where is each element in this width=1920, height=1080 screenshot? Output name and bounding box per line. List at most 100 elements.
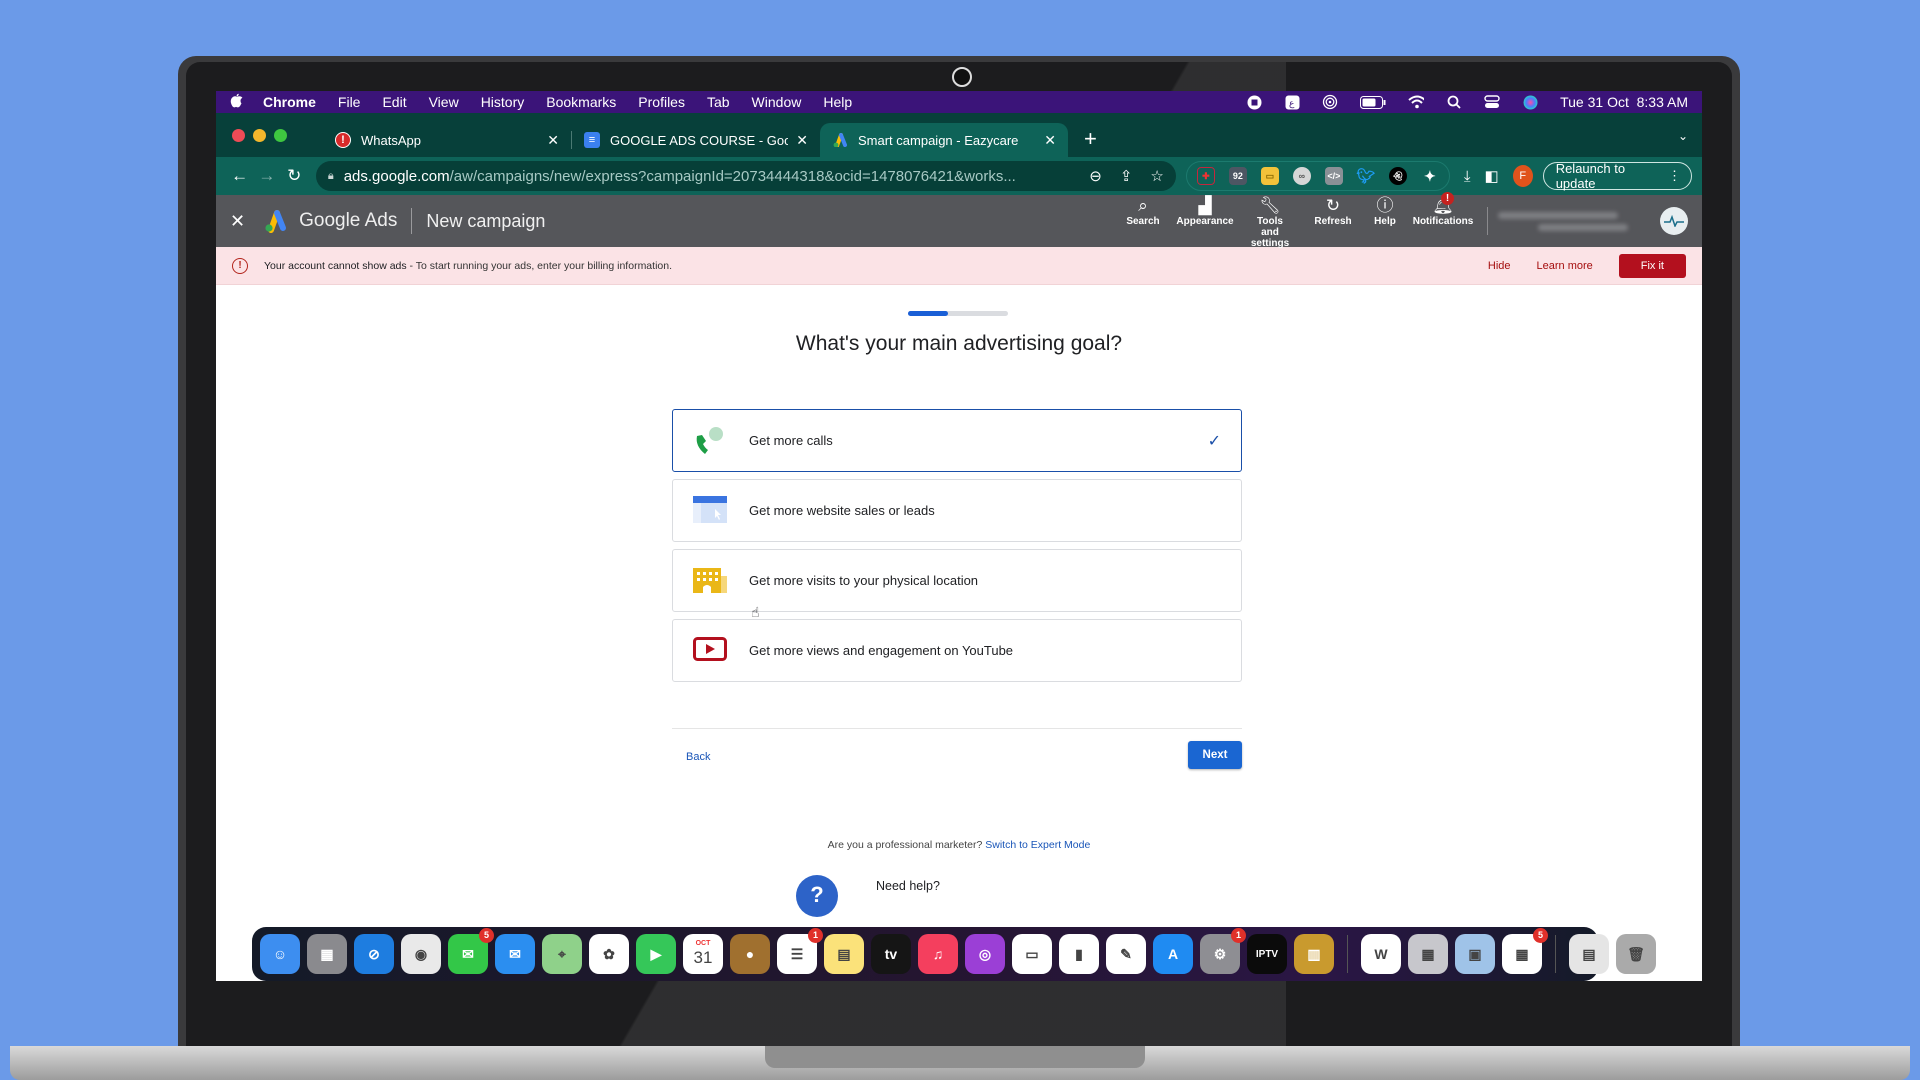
extensions-puzzle-icon[interactable]: ✦ <box>1421 167 1439 185</box>
profile-avatar[interactable]: F <box>1512 165 1533 187</box>
back-arrow-icon[interactable]: ← <box>226 166 253 186</box>
ext-red-cross-icon[interactable]: ✚ <box>1196 167 1215 185</box>
hide-banner-link[interactable]: Hide <box>1488 260 1511 272</box>
close-tab-icon[interactable]: ✕ <box>547 132 559 149</box>
menu-history[interactable]: History <box>481 94 525 110</box>
dock-finder-icon[interactable]: ☺ <box>260 934 300 974</box>
ext-snapchat-icon[interactable]: 👻︎ <box>1388 167 1407 185</box>
menu-help[interactable]: Help <box>823 94 852 110</box>
search-button[interactable]: ⌕ Search <box>1113 194 1173 227</box>
dock-maps-icon[interactable]: ⌖ <box>542 934 582 974</box>
dock-trash-icon[interactable]: 🗑 <box>1616 934 1656 974</box>
forward-arrow-icon[interactable]: → <box>253 166 280 186</box>
minimize-window-button[interactable] <box>253 128 266 142</box>
close-tab-icon[interactable]: ✕ <box>1044 132 1056 149</box>
tools-and-settings-button[interactable]: 🔧︎ Tools and settings <box>1237 194 1303 249</box>
ext-twitter-icon[interactable]: 🐦︎ <box>1356 167 1375 185</box>
spotlight-search-icon[interactable] <box>1446 94 1462 110</box>
dock-chrome-icon[interactable]: ◉ <box>401 934 441 974</box>
back-button[interactable]: Back <box>686 751 710 763</box>
dock-app-store-icon[interactable]: A <box>1153 934 1193 974</box>
zoom-window-button[interactable] <box>274 128 287 142</box>
dock-microsoft-autoupdate-icon[interactable]: ▦ 5 <box>1502 928 1548 974</box>
fix-it-button[interactable]: Fix it <box>1618 253 1686 278</box>
dock-facetime-icon[interactable]: ▶ <box>636 934 676 974</box>
stop-recording-icon[interactable] <box>1246 94 1262 110</box>
close-icon[interactable]: ✕ <box>230 211 245 232</box>
account-info-blurred[interactable] <box>1498 206 1648 236</box>
dock-system-settings-icon[interactable]: ⚙ 1 <box>1200 928 1246 974</box>
menu-profiles[interactable]: Profiles <box>638 94 685 110</box>
account-avatar[interactable] <box>1660 207 1688 235</box>
siri-icon[interactable] <box>1522 94 1538 110</box>
dock-iptv-icon[interactable]: IPTV <box>1247 934 1287 974</box>
appearance-button[interactable]: ▟ Appearance <box>1173 194 1237 227</box>
tab-smart-campaign[interactable]: Smart campaign - Eazycare ✕ <box>820 123 1068 157</box>
dock-keynote-icon[interactable]: ▭ <box>1012 934 1052 974</box>
goal-option-physical-location[interactable]: ☝︎ Get more visits to your physical loca… <box>672 549 1242 620</box>
next-button[interactable]: Next <box>1188 741 1242 769</box>
dock-music-icon[interactable]: ♫ <box>918 934 958 974</box>
close-window-button[interactable] <box>232 128 245 142</box>
dock-apple-tv-icon[interactable]: tv <box>871 934 911 974</box>
goal-option-youtube[interactable]: Get more views and engagement on YouTube <box>672 619 1242 682</box>
menubar-datetime[interactable]: Tue 31 Oct 8:33 AM <box>1560 94 1688 110</box>
menu-view[interactable]: View <box>429 94 459 110</box>
new-tab-button[interactable]: + <box>1084 126 1097 152</box>
dock-calendar-icon[interactable]: OCT 31 <box>683 934 723 974</box>
share-icon[interactable]: ⇪ <box>1120 167 1133 185</box>
dock-archive-utility-icon[interactable]: ▥ <box>1294 934 1334 974</box>
download-icon[interactable]: ⤓ <box>1464 168 1471 185</box>
dock-numbers-icon[interactable]: ▮ <box>1059 934 1099 974</box>
apple-menu-icon[interactable] <box>230 93 243 112</box>
notifications-button[interactable]: 🔔︎ ! Notifications <box>1407 191 1479 227</box>
airdrop-icon[interactable] <box>1322 94 1338 110</box>
more-vertical-icon[interactable]: ⋮ <box>1668 168 1681 184</box>
dock-mail-icon[interactable]: ✉ <box>495 934 535 974</box>
google-ads-brand[interactable]: Google Ads <box>299 210 397 232</box>
ext-tag-icon[interactable]: ▭ <box>1260 167 1279 185</box>
switch-to-expert-mode-link[interactable]: Switch to Expert Mode <box>985 839 1090 851</box>
dock-pages-icon[interactable]: ✎ <box>1106 934 1146 974</box>
menu-app-name[interactable]: Chrome <box>263 94 316 110</box>
bookmark-star-icon[interactable]: ☆ <box>1150 167 1163 185</box>
dock-calculator-icon[interactable]: ▦ <box>1408 934 1448 974</box>
menu-file[interactable]: File <box>338 94 361 110</box>
dock-preview-icon[interactable]: ▣ <box>1455 934 1495 974</box>
dock-safari-icon[interactable]: ⊘ <box>354 934 394 974</box>
dock-contacts-icon[interactable]: ● <box>730 934 770 974</box>
ext-code-icon[interactable]: </> <box>1324 167 1343 185</box>
address-bar[interactable]: 🔒︎ ads.google.com/aw/campaigns/new/expre… <box>315 161 1176 191</box>
goal-option-calls[interactable]: Get more calls ✓ <box>672 409 1242 472</box>
dock-podcasts-icon[interactable]: ◎ <box>965 934 1005 974</box>
goal-option-website[interactable]: Get more website sales or leads <box>672 479 1242 542</box>
dock-downloads-stack-icon[interactable]: ▤ <box>1569 934 1609 974</box>
wifi-icon[interactable] <box>1408 94 1425 110</box>
refresh-button[interactable]: ↻ Refresh <box>1303 194 1363 227</box>
menu-window[interactable]: Window <box>752 94 802 110</box>
ext-92-icon[interactable]: 92 <box>1228 167 1247 185</box>
help-button[interactable]: ⓘ Help <box>1363 194 1407 227</box>
tab-search-chevron-icon[interactable]: ⌄ <box>1678 129 1688 143</box>
keyboard-input-icon[interactable]: ع <box>1284 94 1300 110</box>
dock-photos-icon[interactable]: ✿ <box>589 934 629 974</box>
relaunch-to-update-button[interactable]: Relaunch to update ⋮ <box>1542 161 1692 191</box>
ext-link-icon[interactable]: ∞ <box>1292 167 1311 185</box>
reload-icon[interactable]: ↻ <box>281 166 308 186</box>
dock-messages-icon[interactable]: ✉ 5 <box>448 928 494 974</box>
tab-google-docs[interactable]: ≡ GOOGLE ADS COURSE - Google Docs ✕ <box>572 123 820 157</box>
menu-edit[interactable]: Edit <box>382 94 406 110</box>
lock-icon[interactable]: 🔒︎ <box>328 170 334 183</box>
menu-bookmarks[interactable]: Bookmarks <box>546 94 616 110</box>
tab-whatsapp[interactable]: ! WhatsApp ✕ <box>323 123 571 157</box>
control-center-icon[interactable] <box>1484 94 1500 110</box>
dock-reminders-icon[interactable]: ☰ 1 <box>777 928 823 974</box>
learn-more-link[interactable]: Learn more <box>1537 260 1593 272</box>
help-fab-button[interactable]: ? <box>796 875 838 917</box>
dock-launchpad-icon[interactable]: ▦ <box>307 934 347 974</box>
dock-microsoft-word-icon[interactable]: W <box>1361 934 1401 974</box>
close-tab-icon[interactable]: ✕ <box>796 132 808 149</box>
menu-tab[interactable]: Tab <box>707 94 730 110</box>
zoom-out-icon[interactable]: ⊖ <box>1089 167 1102 185</box>
dock-notes-icon[interactable]: ▤ <box>824 934 864 974</box>
